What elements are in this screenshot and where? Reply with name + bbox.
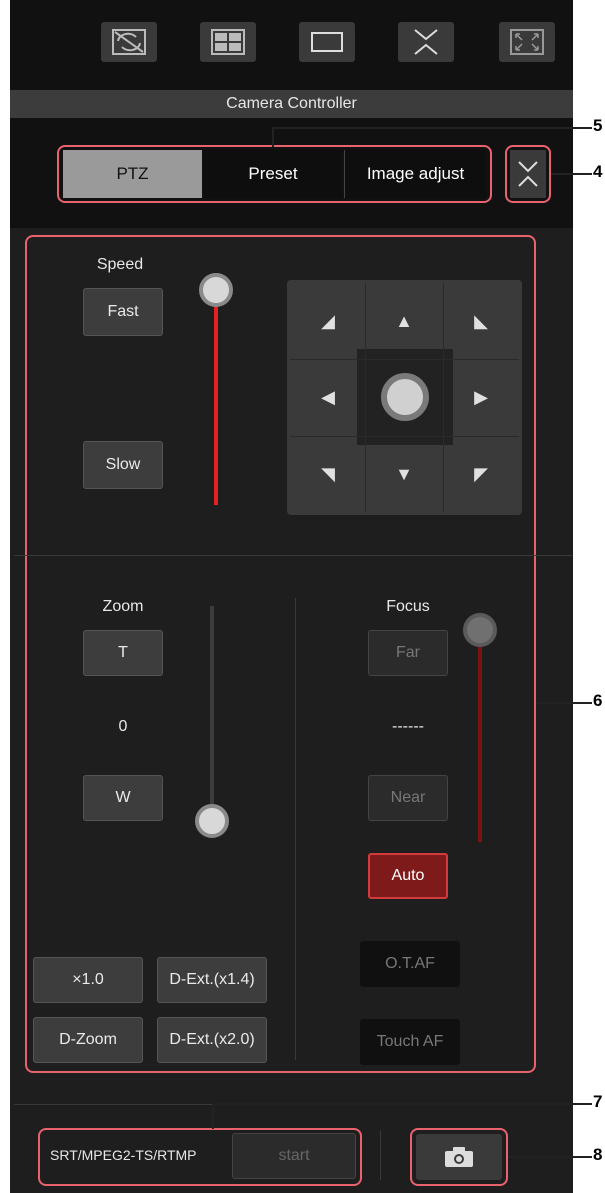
callout-line-8: [508, 1156, 592, 1158]
dzoom-button[interactable]: D-Zoom: [33, 1017, 143, 1063]
page-title: Camera Controller: [10, 90, 573, 118]
pan-up-left-button[interactable]: ◢: [290, 283, 366, 359]
split-rotate-button[interactable]: [101, 22, 157, 62]
dext-x20-button[interactable]: D-Ext.(x2.0): [157, 1017, 267, 1063]
arrow-down-right-icon: ◢: [321, 310, 335, 331]
pan-left-button[interactable]: ◀: [290, 359, 366, 435]
pan-right-button[interactable]: ▶: [443, 359, 519, 435]
callout-4: 4: [593, 162, 603, 181]
tab-ptz[interactable]: PTZ: [63, 150, 202, 198]
focus-far-button[interactable]: Far: [368, 630, 448, 676]
collapse-controller-button[interactable]: [510, 150, 546, 198]
tab-image-adjust[interactable]: Image adjust: [344, 150, 486, 198]
zoom-label: Zoom: [102, 598, 144, 615]
arrow-up-icon: ▲: [395, 310, 413, 331]
zoom-wide-button[interactable]: W: [83, 775, 163, 821]
pad-divider: [443, 283, 444, 512]
callout-line-7: [212, 1103, 592, 1105]
callout-5: 5: [593, 116, 603, 135]
pan-up-right-button[interactable]: ◣: [443, 283, 519, 359]
collapse-icon: [414, 29, 438, 55]
tab-preset[interactable]: Preset: [204, 150, 342, 198]
dext-x14-button[interactable]: D-Ext.(x1.4): [157, 957, 267, 1003]
stream-start-button[interactable]: start: [232, 1133, 356, 1179]
callout-line-5: [272, 127, 592, 129]
collapse-button[interactable]: [398, 22, 454, 62]
focus-near-button[interactable]: Near: [368, 775, 448, 821]
fullscreen-button[interactable]: [499, 22, 555, 62]
callout-7: 7: [593, 1092, 603, 1111]
pan-down-left-button[interactable]: ◥: [290, 436, 366, 512]
zoom-tele-button[interactable]: T: [83, 630, 163, 676]
speed-label: Speed: [96, 256, 144, 273]
arrow-left-icon: ◀: [321, 386, 335, 407]
zoom-value: 0: [118, 718, 128, 735]
otaf-button[interactable]: O.T.AF: [360, 941, 460, 987]
zoom-x1-button[interactable]: ×1.0: [33, 957, 143, 1003]
stream-protocol-label: SRT/MPEG2-TS/RTMP: [50, 1147, 197, 1163]
pad-divider: [365, 283, 366, 512]
pan-down-right-button[interactable]: ◤: [443, 436, 519, 512]
zoom-slider-track[interactable]: [210, 606, 214, 821]
pad-divider: [290, 359, 519, 360]
view-toolbar: [10, 0, 573, 90]
arrow-up-left-icon: ◤: [474, 463, 488, 484]
arrow-up-right-icon: ◥: [321, 463, 335, 484]
tilt-down-button[interactable]: ▼: [366, 436, 442, 512]
focus-label: Focus: [386, 598, 430, 615]
pad-divider: [290, 436, 519, 437]
touch-af-button[interactable]: Touch AF: [360, 1019, 460, 1065]
focus-slider-track[interactable]: [478, 630, 482, 842]
arrow-down-icon: ▼: [395, 463, 413, 484]
collapse-icon: [518, 161, 538, 187]
split-rotate-icon: [112, 29, 146, 55]
zoom-slider-knob[interactable]: [195, 804, 229, 838]
focus-slider-knob[interactable]: [463, 613, 497, 647]
speed-slow-button[interactable]: Slow: [83, 441, 163, 489]
callout-6: 6: [593, 691, 603, 710]
speed-slider-track[interactable]: [214, 290, 218, 505]
quad-view-button[interactable]: [200, 22, 256, 62]
arrow-right-icon: ▶: [474, 386, 488, 407]
callout-line-4: [551, 173, 592, 175]
camera-icon: [445, 1147, 473, 1167]
callout-line-6: [536, 702, 592, 704]
pan-tilt-home-button[interactable]: [381, 373, 429, 421]
stream-divider: [380, 1130, 381, 1180]
speed-slider-knob[interactable]: [199, 273, 233, 307]
single-view-icon: [311, 32, 343, 52]
callout-8: 8: [593, 1145, 603, 1164]
single-view-button[interactable]: [299, 22, 355, 62]
zoom-focus-divider: [295, 598, 296, 1060]
tilt-up-button[interactable]: ▲: [366, 283, 442, 359]
callout-line-5: [272, 127, 274, 147]
snapshot-button[interactable]: [416, 1134, 502, 1180]
arrow-down-left-icon: ◣: [474, 310, 488, 331]
section-divider: [14, 555, 572, 556]
fullscreen-icon: [510, 29, 544, 55]
focus-auto-button[interactable]: Auto: [368, 853, 448, 899]
callout-line-7: [212, 1103, 214, 1129]
quad-view-icon: [211, 29, 245, 55]
focus-value: ------: [392, 718, 424, 735]
speed-fast-button[interactable]: Fast: [83, 288, 163, 336]
